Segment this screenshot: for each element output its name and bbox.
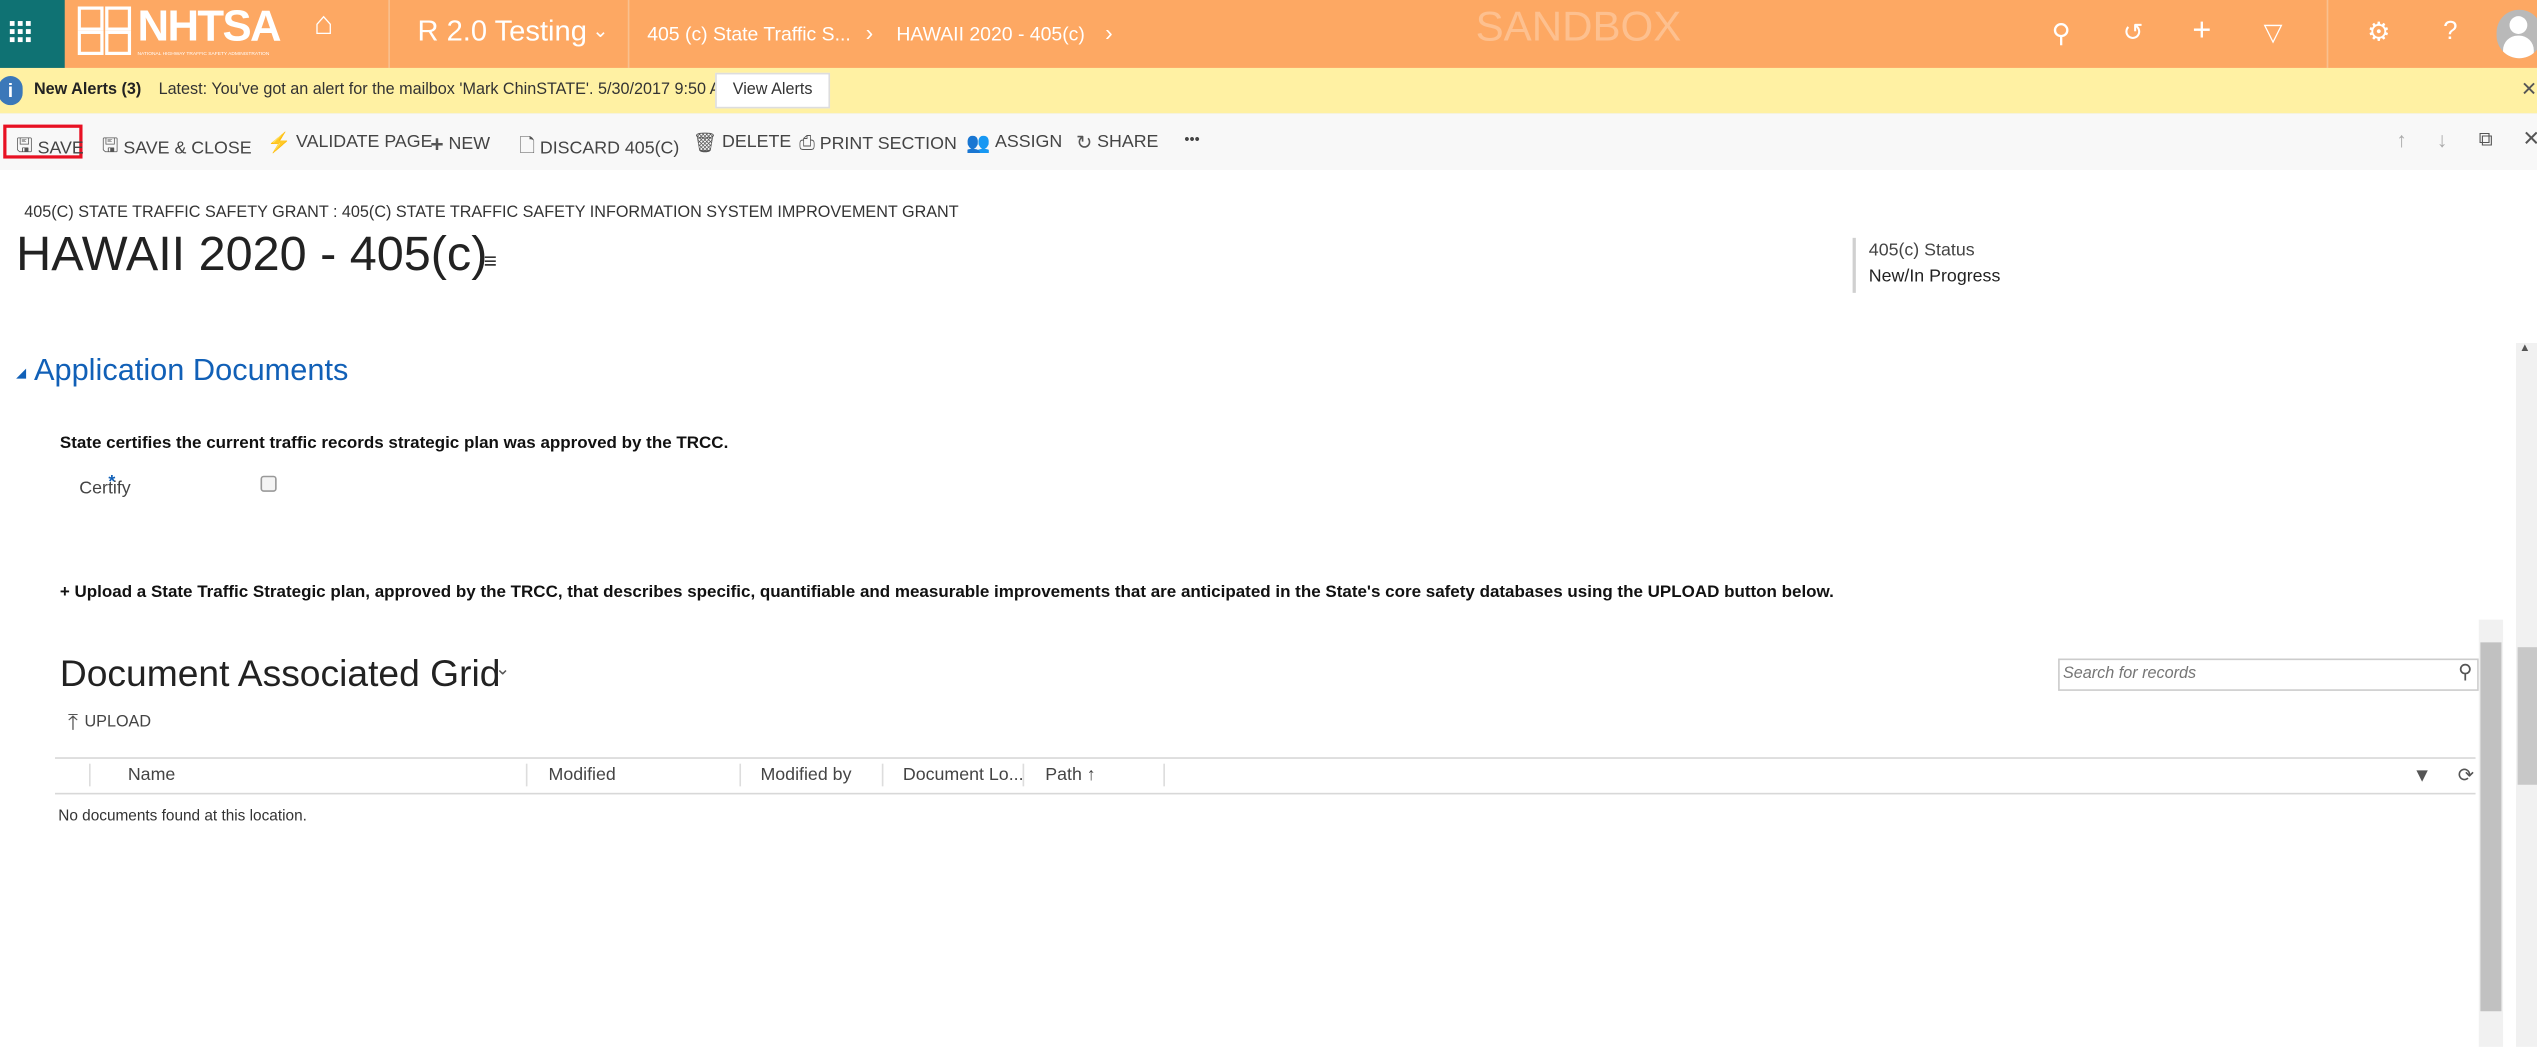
assign-button[interactable]: 👥 ASSIGN	[966, 131, 1062, 154]
status-value[interactable]: New/In Progress	[1869, 267, 2001, 286]
app-launcher-button[interactable]	[0, 0, 65, 68]
save-close-button[interactable]: 🖫 SAVE & CLOSE	[102, 131, 252, 165]
discard-icon: 🗋	[519, 134, 536, 157]
alert-title[interactable]: New Alerts (3)	[34, 81, 141, 99]
section-collapse-icon[interactable]: ◢	[16, 366, 26, 381]
view-chevron-down-icon[interactable]: ⌄	[495, 659, 510, 679]
pop-out-icon[interactable]: ⧉	[2479, 128, 2493, 152]
certify-checkbox[interactable]	[260, 475, 277, 492]
top-nav-bar: NHTSA NATIONAL HIGHWAY TRAFFIC SAFETY AD…	[0, 0, 2537, 68]
upload-instruction: + Upload a State Traffic Strategic plan,…	[59, 582, 1834, 602]
app-name[interactable]: R 2.0 Testing	[417, 15, 586, 49]
upload-button[interactable]: ⤒ UPLOAD	[68, 709, 151, 737]
search-icon[interactable]: ⚲	[2052, 18, 2071, 50]
alert-message: Latest: You've got an alert for the mail…	[158, 80, 734, 99]
search-icon[interactable]: ⚲	[2458, 660, 2472, 683]
share-icon: ↻	[1075, 131, 1093, 154]
view-alerts-button[interactable]: View Alerts	[715, 72, 831, 109]
delete-button[interactable]: 🗑 DELETE	[693, 131, 792, 154]
grid-scrollbar[interactable]	[2478, 619, 2504, 1047]
logo-subtext: NATIONAL HIGHWAY TRAFFIC SAFETY ADMINIST…	[137, 50, 270, 57]
grid-filter-icon[interactable]: ▼	[2412, 764, 2431, 787]
validate-page-button[interactable]: ⚡ VALIDATE PAGE	[267, 131, 433, 154]
chevron-right-icon: ›	[865, 19, 874, 46]
grid-empty-message: No documents found at this location.	[58, 807, 307, 826]
close-alert-icon[interactable]: ✕	[2521, 78, 2537, 101]
plus-icon[interactable]: +	[2192, 13, 2211, 50]
assign-icon: 👥	[965, 131, 991, 154]
certify-statement: State certifies the current traffic reco…	[59, 433, 729, 454]
environment-watermark: SANDBOX	[1475, 1, 1682, 51]
breadcrumb-entity[interactable]: 405 (c) State Traffic S...	[647, 23, 851, 46]
grid-refresh-icon[interactable]: ⟳	[2458, 764, 2474, 787]
help-icon[interactable]: ?	[2443, 18, 2457, 47]
nhtsa-logo[interactable]: NHTSA NATIONAL HIGHWAY TRAFFIC SAFETY AD…	[77, 2, 333, 61]
share-button[interactable]: ↻ SHARE	[1076, 131, 1158, 154]
chevron-right-icon[interactable]: ›	[1105, 19, 1113, 45]
avatar-icon[interactable]	[2496, 9, 2537, 59]
form-selector-icon[interactable]: ≡	[484, 248, 497, 274]
certify-label: Certify	[79, 478, 131, 499]
gear-icon[interactable]: ⚙	[2367, 16, 2390, 48]
previous-record-icon[interactable]: ↑	[2396, 128, 2407, 152]
print-section-button[interactable]: ⎙ PRINT SECTION	[799, 131, 957, 155]
page-title: HAWAII 2020 - 405(c)	[16, 228, 488, 282]
scroll-up-icon[interactable]: ▲	[2519, 343, 2530, 354]
app-chevron-down-icon[interactable]: ⌄	[592, 19, 608, 42]
print-icon: ⎙	[799, 131, 815, 154]
status-divider	[1852, 237, 1856, 293]
column-header-modified-by[interactable]: Modified by	[760, 765, 851, 784]
section-title[interactable]: Application Documents	[34, 354, 348, 390]
status-label: 405(c) Status	[1868, 241, 1975, 261]
upload-icon: ⤒	[67, 708, 78, 735]
discard-button[interactable]: 🗋 DISCARD 405(C)	[519, 131, 679, 165]
grid-title[interactable]: Document Associated Grid	[60, 652, 501, 696]
waffle-icon	[9, 21, 31, 43]
column-header-modified[interactable]: Modified	[549, 765, 616, 784]
save-button[interactable]: 🖫 SAVE	[16, 131, 84, 165]
breadcrumb-record[interactable]: HAWAII 2020 - 405(c)	[896, 23, 1084, 46]
grid-search-input[interactable]	[2062, 661, 2436, 687]
next-record-icon[interactable]: ↓	[2437, 128, 2448, 152]
more-commands-button[interactable]: •••	[1184, 131, 1199, 147]
history-icon[interactable]: ↺	[2123, 18, 2143, 47]
column-header-name[interactable]: Name	[128, 765, 175, 784]
home-icon[interactable]: ⌂	[314, 6, 334, 43]
grid-search-box[interactable]: ⚲	[2058, 658, 2479, 691]
grid-scrollbar-thumb[interactable]	[2480, 642, 2502, 1012]
column-header-document-location[interactable]: Document Lo...	[903, 765, 1024, 784]
logo-text: NHTSA	[137, 1, 282, 51]
record-breadcrumb: 405(C) STATE TRAFFIC SAFETY GRANT : 405(…	[24, 203, 959, 222]
filter-icon[interactable]: ▽	[2264, 18, 2283, 47]
close-record-icon[interactable]: ✕	[2522, 126, 2537, 152]
page-scrollbar-thumb[interactable]	[2517, 647, 2537, 785]
required-indicator: *	[108, 472, 116, 492]
save-icon: 🖫	[16, 134, 33, 157]
trash-icon: 🗑	[692, 131, 718, 154]
alert-bar: i New Alerts (3) Latest: You've got an a…	[0, 67, 2537, 115]
validate-icon: ⚡	[266, 131, 292, 154]
page-scrollbar[interactable]: ▲	[2515, 343, 2537, 1047]
new-button[interactable]: + NEW	[430, 131, 490, 157]
save-close-icon: 🖫	[101, 134, 119, 157]
column-header-path[interactable]: Path ↑	[1045, 765, 1095, 784]
plus-icon: +	[430, 131, 444, 157]
command-bar: 🖫 SAVE 🖫 SAVE & CLOSE ⚡ VALIDATE PAGE + NEW …	[0, 113, 2537, 170]
info-icon: i	[0, 76, 23, 106]
